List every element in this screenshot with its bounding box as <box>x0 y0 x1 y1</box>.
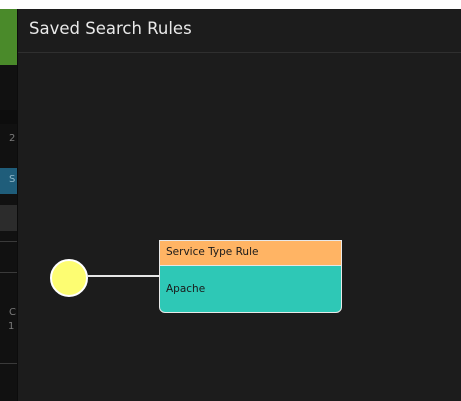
rule-node-header: Service Type Rule <box>160 241 341 266</box>
underlay-green-bar <box>0 9 17 65</box>
underlay-divider <box>0 363 17 364</box>
underlay-row <box>0 110 17 124</box>
underlay-text: C <box>9 307 16 318</box>
service-type-rule-node[interactable]: Service Type Rule Apache <box>159 240 342 313</box>
dialog-title: Saved Search Rules <box>29 19 192 38</box>
rule-node-value: Apache <box>166 283 206 295</box>
rule-node-title: Service Type Rule <box>166 246 259 258</box>
start-node[interactable] <box>50 259 88 297</box>
dialog-header: Saved Search Rules <box>18 9 461 53</box>
underlay-text: S <box>9 174 16 185</box>
underlay-text: 1 <box>8 321 15 332</box>
rules-flow-canvas[interactable]: Service Type Rule Apache <box>18 53 461 401</box>
saved-search-rules-dialog: Saved Search Rules Service Type Rule Apa… <box>17 9 461 401</box>
rule-connector-line <box>87 275 159 277</box>
underlay-row <box>0 205 17 231</box>
underlay-divider <box>0 272 17 273</box>
underlay-divider <box>0 241 17 242</box>
underlay-text: 2 <box>9 133 16 144</box>
